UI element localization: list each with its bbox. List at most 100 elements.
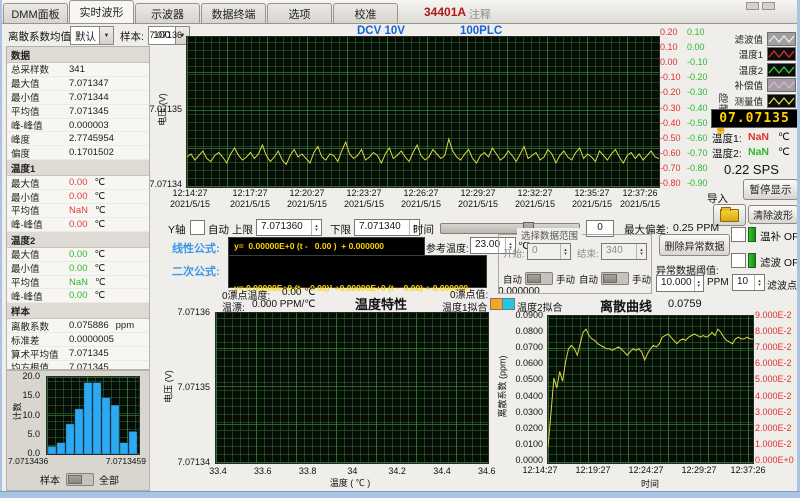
temp-ytick: 7.07136	[172, 307, 210, 317]
temp-xtick: 33.4	[204, 466, 232, 476]
tab-实时波形[interactable]: 实时波形	[69, 0, 134, 23]
quad-formula-label: 二次公式:	[172, 263, 220, 279]
dispersion-xlabel: 时间	[630, 477, 670, 490]
tab-示波器[interactable]: 示波器	[135, 3, 200, 23]
stat-row: 最大值0.00℃	[7, 176, 149, 190]
range-start-mode-toggle[interactable]	[525, 272, 553, 285]
clear-waveform-button[interactable]: 清除波形	[748, 205, 798, 224]
folder-icon	[720, 209, 739, 222]
sidebar-section-header: 温度2	[7, 232, 149, 248]
range-end-mode-toggle[interactable]	[601, 272, 629, 285]
dispersion-xtick: 12:37:26	[722, 465, 774, 475]
tempcomp-led	[748, 227, 756, 242]
dispersion-xtick: 12:19:27	[567, 465, 619, 475]
legend-item-温度1[interactable]: 温度1	[727, 47, 796, 63]
spinner-arrows-icon[interactable]	[560, 244, 570, 259]
ref-temp-label: 参考温度:	[426, 240, 469, 255]
waveform-swatch-icon	[767, 94, 796, 108]
data-range-group: 选择数据范围 开始: 0 结束: 340 自动 手动 自动 手动	[498, 234, 652, 294]
stat-row: 离散系数0.075886ppm	[7, 319, 149, 333]
spinner-arrows-icon[interactable]	[694, 276, 703, 291]
range-start-spinner[interactable]: 0	[527, 243, 571, 260]
histogram-ytick: 20.0	[18, 371, 40, 381]
main-xtick-date: 2021/5/15	[279, 199, 335, 209]
legend-item-温度2[interactable]: 温度2	[727, 62, 796, 78]
main-right-green-tick: -0.10	[687, 57, 713, 67]
delete-outliers-button[interactable]: 删除异常数据	[659, 234, 730, 256]
range-manual-label: 手动	[556, 272, 575, 286]
range-auto-label: 自动	[503, 272, 522, 286]
temp2-readout-value: NaN	[748, 146, 769, 158]
upper-limit-label: 上限	[232, 222, 253, 237]
zero-temp-value: 0.00 ℃	[282, 287, 315, 298]
dispersion-ytick-left: 0.0200	[505, 423, 543, 433]
stat-row: 总采样数341	[7, 63, 149, 77]
threshold-spinner[interactable]: 10.000	[656, 275, 704, 292]
range-end-value: 340	[602, 244, 636, 259]
spinner-arrows-icon[interactable]	[311, 220, 321, 235]
sample-all-toggle[interactable]	[66, 473, 94, 486]
filter-points-spinner[interactable]: 10	[732, 274, 765, 291]
filter-checkbox[interactable]	[731, 253, 746, 268]
fit2-swatch[interactable]	[502, 298, 515, 310]
realtime-waveform-plot	[186, 36, 660, 188]
temp1-readout-label: 温度1:	[712, 131, 742, 146]
tempcomp-checkbox[interactable]	[731, 227, 746, 242]
main-ytick: 7.07136	[144, 30, 182, 40]
spinner-arrows-icon[interactable]	[636, 244, 646, 259]
stat-row: 峰度2.7745954	[7, 132, 149, 146]
lower-limit-spinner[interactable]: 7.071340	[354, 219, 420, 236]
window-border-left	[0, 0, 2, 497]
main-right-green-tick: -0.90	[687, 178, 713, 188]
waveform-swatch-icon	[767, 63, 796, 77]
spinner-arrows-icon[interactable]	[754, 275, 764, 290]
range-end-label: 结束:	[577, 246, 599, 260]
stat-row: 峰-峰值0.000003	[7, 119, 149, 133]
legend-item-滤波值[interactable]: 滤波值	[727, 31, 796, 47]
window-button[interactable]	[762, 2, 775, 10]
stat-row: 最大值7.071347	[7, 77, 149, 91]
main-right-green-tick: -0.20	[687, 72, 713, 82]
range-end-spinner[interactable]: 340	[601, 243, 647, 260]
dispersion-mean-select[interactable]: 默认 ▼	[70, 26, 114, 45]
legend-item-补偿值[interactable]: 补偿值	[727, 78, 796, 94]
pause-display-button[interactable]: 暂停显示	[743, 179, 798, 200]
drift-value: 0.000 PPM/℃	[252, 299, 315, 310]
tab-DMM面板[interactable]: DMM面板	[3, 3, 68, 23]
legend-item-测量值[interactable]: 测量值	[727, 93, 796, 109]
chevron-down-icon[interactable]: ▼	[99, 27, 113, 44]
tab-校准[interactable]: 校准	[333, 3, 398, 23]
statistics-panel: 数据总采样数341最大值7.071347最小值7.071344平均值7.0713…	[6, 46, 150, 370]
dispersion-ytick-left: 0.0600	[505, 358, 543, 368]
dispersion-ytick-right: 5.000E-2	[755, 374, 797, 384]
tab-选项[interactable]: 选项	[267, 3, 332, 23]
window-button[interactable]	[746, 2, 759, 10]
waveform-swatch-icon	[767, 32, 796, 46]
filter-led	[748, 253, 756, 268]
main-right-green-tick: -0.60	[687, 133, 713, 143]
main-right-green-tick: -0.50	[687, 118, 713, 128]
yaxis-auto-checkbox[interactable]	[190, 220, 205, 235]
tab-数据终端[interactable]: 数据终端	[201, 3, 266, 23]
stat-row: 平均值NaN℃	[7, 276, 149, 290]
upper-limit-spinner[interactable]: 7.071360	[256, 219, 322, 236]
range-auto-label: 自动	[579, 272, 598, 286]
temp-characteristic-plot	[215, 312, 489, 464]
threshold-unit: PPM	[707, 277, 729, 288]
sidebar-section-header: 数据	[7, 47, 149, 63]
main-xtick-time: 12:23:27	[336, 188, 392, 198]
annotation-link[interactable]: 注释	[469, 6, 491, 22]
range-start-label: 开始:	[503, 246, 525, 260]
histogram-ytick: 10.0	[18, 410, 40, 420]
dispersion-ytick-left: 0.0800	[505, 326, 543, 336]
dispersion-ytick-right: 8.000E-2	[755, 326, 797, 336]
sample-count-label: 样本:	[120, 29, 144, 44]
stat-row: 峰-峰值0.00℃	[7, 218, 149, 232]
temp-chart-xlabel: 温度 ( ℃ )	[310, 476, 390, 489]
lower-limit-value: 7.071340	[355, 220, 409, 235]
main-right-red-tick: -0.80	[660, 178, 686, 188]
main-right-green-tick: -0.80	[687, 163, 713, 173]
dispersion-ytick-left: 0.0500	[505, 374, 543, 384]
main-xtick-date: 2021/5/15	[507, 199, 563, 209]
dispersion-ytick-right: 6.000E-2	[755, 358, 797, 368]
